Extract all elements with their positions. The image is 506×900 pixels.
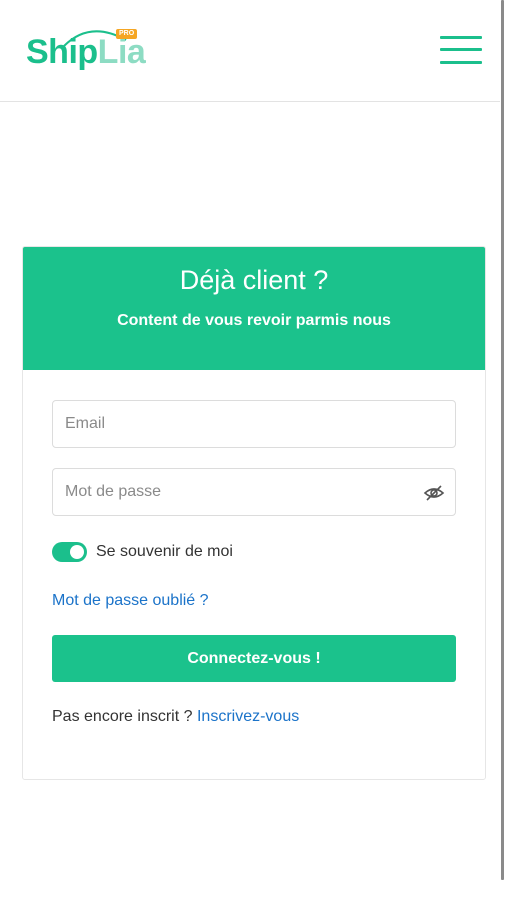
email-field-wrapper xyxy=(52,400,456,448)
logo-text-ship: Ship xyxy=(26,33,98,71)
menu-bar xyxy=(440,48,482,51)
remember-me-label[interactable]: Se souvenir de moi xyxy=(96,542,233,562)
signup-prompt-text: Pas encore inscrit ? xyxy=(52,708,193,725)
shiplia-logo[interactable]: ShipLia PRO xyxy=(26,26,146,76)
eye-slash-icon[interactable] xyxy=(423,484,445,502)
signup-prompt-row: Pas encore inscrit ? Inscrivez-vous xyxy=(52,706,299,728)
scrollbar-thumb[interactable] xyxy=(501,0,504,880)
remember-me-toggle[interactable] xyxy=(52,542,87,562)
login-submit-button[interactable]: Connectez-vous ! xyxy=(52,635,456,682)
password-field-wrapper xyxy=(52,468,456,516)
password-field[interactable] xyxy=(53,469,455,515)
login-card: Déjà client ? Content de vous revoir par… xyxy=(22,246,486,780)
page: ShipLia PRO Déjà client ? Content de vou… xyxy=(0,0,500,900)
login-card-header: Déjà client ? Content de vous revoir par… xyxy=(23,247,485,370)
hamburger-menu-icon[interactable] xyxy=(440,34,484,66)
login-title: Déjà client ? xyxy=(179,265,329,295)
remember-me-row: Se souvenir de moi xyxy=(52,541,312,563)
signup-link[interactable]: Inscrivez-vous xyxy=(197,708,299,725)
forgot-password-link[interactable]: Mot de passe oublié ? xyxy=(52,590,209,612)
logo-pro-badge: PRO xyxy=(116,29,138,39)
menu-bar xyxy=(440,61,482,64)
menu-bar xyxy=(440,36,482,39)
email-field[interactable] xyxy=(53,401,455,447)
toggle-knob xyxy=(70,545,84,559)
page-scrollbar[interactable] xyxy=(500,0,506,880)
top-header: ShipLia PRO xyxy=(0,0,500,102)
login-subtitle: Content de vous revoir parmis nous xyxy=(117,312,391,329)
